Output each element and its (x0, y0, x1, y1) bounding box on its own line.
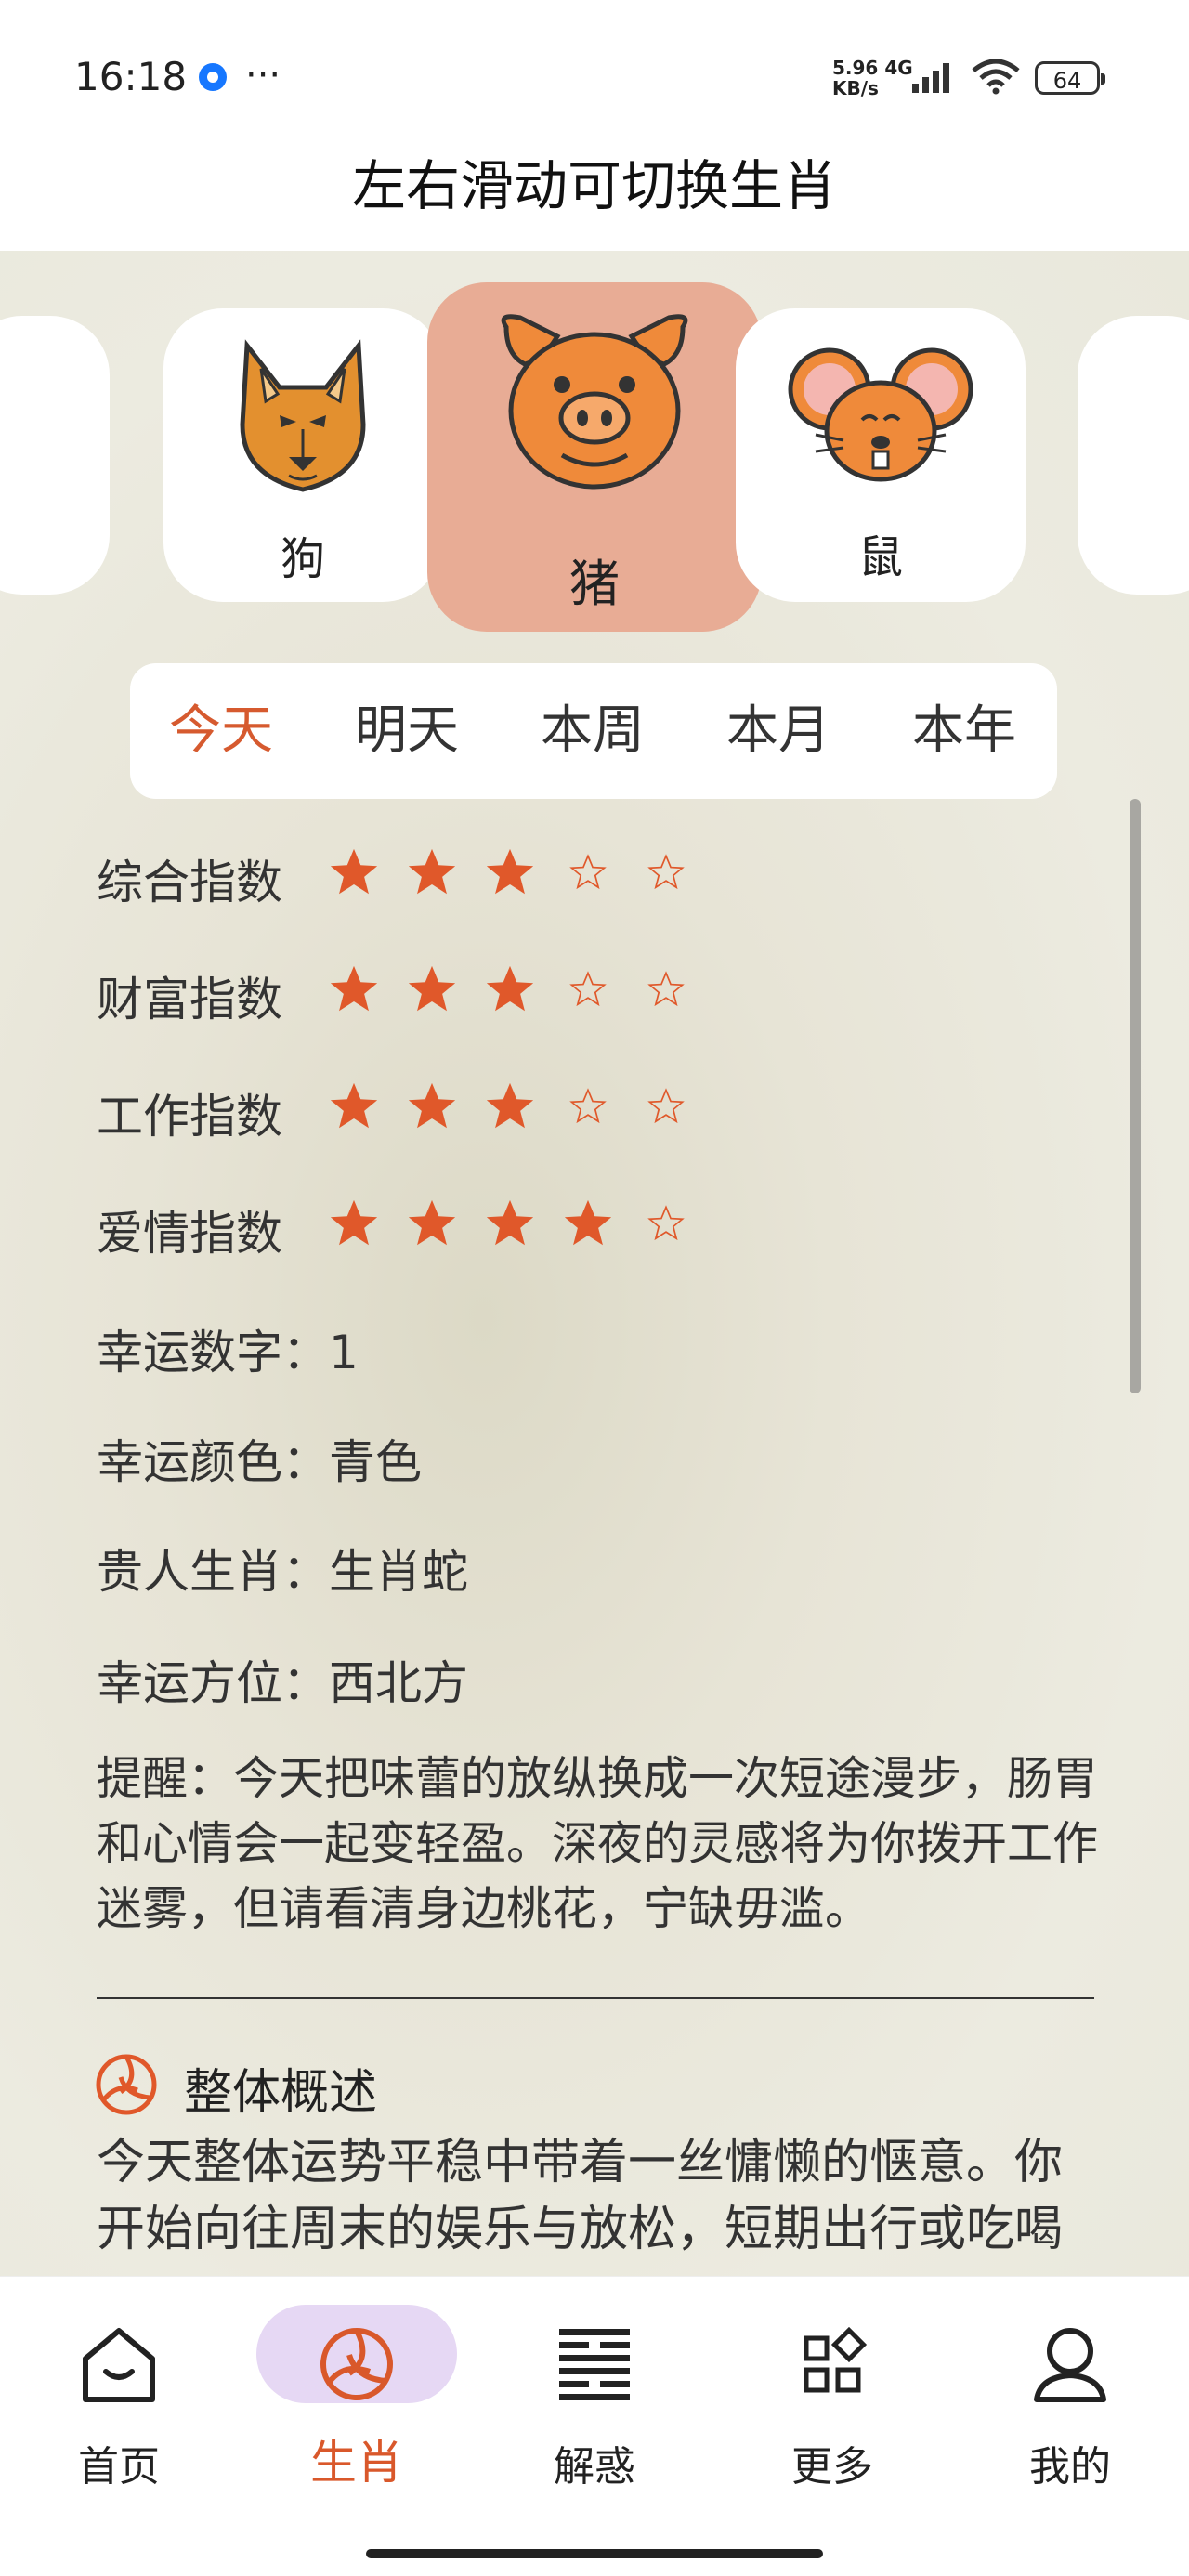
star-filled-icon (408, 1082, 456, 1129)
star-empty-icon (647, 854, 685, 890)
nav-home-label: 首页 (78, 2443, 160, 2491)
star-filled-icon (408, 848, 456, 895)
user-icon (1034, 2328, 1106, 2402)
overview-text: 今天整体运势平稳中带着一丝慵懒的惬意。你开始向往周末的娱乐与放松，短期出行或吃喝 (97, 2135, 1064, 2257)
index-love-label: 爱情指数 (97, 1207, 282, 1261)
nav-more[interactable]: 更多 (713, 2277, 951, 2518)
zodiac-card-rat[interactable]: 鼠 (736, 308, 1026, 602)
star-empty-icon (647, 971, 685, 1007)
nav-zodiac[interactable]: 生肖 (238, 2277, 476, 2518)
lucky-direction: 幸运方位：西北方 (97, 1656, 468, 1710)
tab-this-month[interactable]: 本月 (726, 663, 830, 799)
divider (97, 1997, 1094, 1999)
zodiac-card-dog[interactable]: 狗 (163, 308, 442, 602)
star-empty-icon (647, 1205, 685, 1241)
app-notification-icon (199, 63, 227, 91)
star-filled-icon (486, 1199, 534, 1246)
rat-icon (788, 347, 973, 482)
grid-icon (804, 2326, 868, 2393)
wifi-icon (972, 59, 1020, 95)
star-filled-icon (330, 848, 378, 895)
nav-answers-label: 解惑 (554, 2443, 635, 2491)
zodiac-card-prev[interactable] (0, 316, 110, 595)
star-filled-icon (330, 965, 378, 1012)
nav-answers[interactable]: 解惑 (476, 2277, 713, 2518)
star-filled-icon (486, 1082, 534, 1129)
page-title: 左右滑动可切换生肖 (351, 154, 837, 217)
star-filled-icon (486, 965, 534, 1012)
star-filled-icon (330, 1082, 378, 1129)
scrollbar[interactable] (1130, 799, 1141, 1393)
nav-home[interactable]: 首页 (0, 2277, 238, 2518)
zodiac-name-rat: 鼠 (857, 531, 903, 583)
zodiac-content[interactable]: 狗 猪 鼠 今天 明天 本周 本月 本年 综合指数 财富指数 工作指数 爱情指数… (0, 251, 1189, 2276)
dog-icon (240, 339, 366, 492)
battery-icon: 64 (1035, 61, 1105, 95)
star-filled-icon (486, 848, 534, 895)
tab-today[interactable]: 今天 (169, 663, 273, 799)
star-empty-icon (569, 971, 607, 1007)
noble-zodiac: 贵人生肖：生肖蛇 (97, 1545, 468, 1599)
network-speed: 5.96 4G KB/s (832, 57, 913, 99)
star-empty-icon (647, 1088, 685, 1124)
index-work-label: 工作指数 (97, 1090, 282, 1144)
tab-this-week[interactable]: 本周 (541, 663, 645, 799)
tab-this-year[interactable]: 本年 (912, 663, 1016, 799)
star-filled-icon (564, 1199, 612, 1246)
section-title-overview: 整体概述 (184, 2065, 378, 2121)
zodiac-name-pig: 猪 (569, 555, 620, 613)
bottom-nav: 首页 生肖 解惑 更多 我的 (0, 2276, 1189, 2576)
home-indicator[interactable] (366, 2549, 823, 2558)
index-overall-label: 综合指数 (97, 856, 282, 909)
home-icon (83, 2328, 155, 2402)
zodiac-name-dog: 狗 (280, 533, 325, 585)
pig-icon (501, 314, 688, 490)
nav-mine-label: 我的 (1029, 2443, 1111, 2491)
zodiac-card-next[interactable] (1078, 316, 1189, 595)
signal-icon (912, 63, 949, 93)
nav-more-label: 更多 (791, 2443, 873, 2491)
tab-tomorrow[interactable]: 明天 (355, 663, 459, 799)
star-filled-icon (330, 1199, 378, 1246)
nav-zodiac-label: 生肖 (310, 2436, 403, 2490)
star-empty-icon (569, 1088, 607, 1124)
status-bar: 16:18 ··· 5.96 4G KB/s 64 (0, 0, 1189, 139)
zodiac-icon (320, 2328, 393, 2400)
zodiac-swirl-icon (96, 2054, 157, 2115)
star-filled-icon (408, 1199, 456, 1246)
status-time: 16:18 (74, 54, 188, 99)
reminder-text: 提醒：今天把味蕾的放纵换成一次短途漫步，肠胃和心情会一起变轻盈。深夜的灵感将为你… (97, 1752, 1099, 1935)
hexagram-icon (559, 2329, 630, 2400)
star-empty-icon (569, 854, 607, 890)
zodiac-card-pig[interactable]: 猪 (427, 282, 762, 632)
lucky-color: 幸运颜色：青色 (97, 1435, 422, 1489)
lucky-number: 幸运数字：1 (97, 1326, 359, 1380)
more-notifications-icon: ··· (245, 54, 281, 97)
index-wealth-label: 财富指数 (97, 973, 282, 1026)
period-tabs: 今天 明天 本周 本月 本年 (130, 663, 1057, 799)
star-filled-icon (408, 965, 456, 1012)
nav-mine[interactable]: 我的 (951, 2277, 1189, 2518)
